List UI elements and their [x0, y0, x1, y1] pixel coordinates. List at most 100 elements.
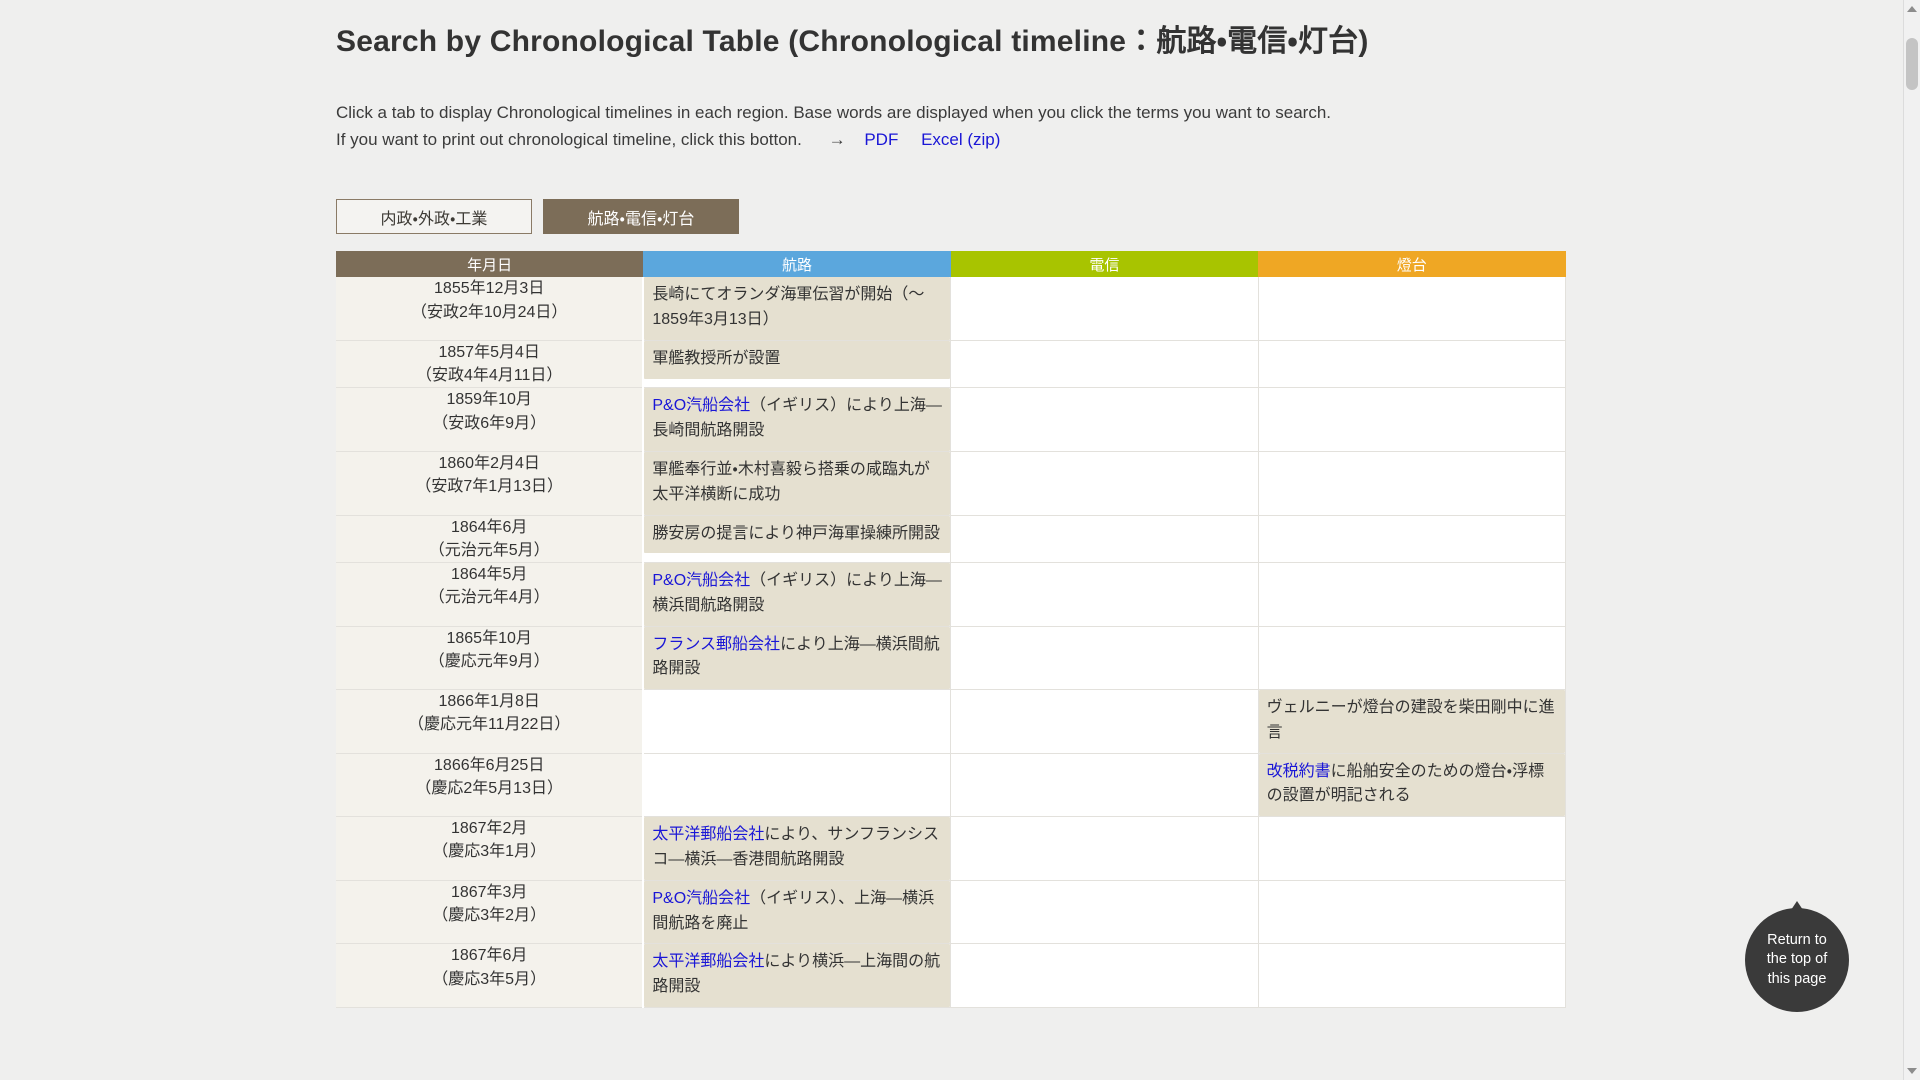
- event-text: 太平洋郵船会社により横浜—上海間の航路開設: [644, 944, 951, 1008]
- term-link[interactable]: P&O汽船会社: [652, 890, 750, 907]
- column-header-lighthouse: 燈台: [1258, 251, 1566, 278]
- cell-telegraph: [950, 515, 1259, 563]
- cell-date: 1867年2月 （慶応3年1月）: [336, 816, 645, 881]
- cell-lighthouse: [1258, 626, 1567, 691]
- cell-lighthouse: [1258, 816, 1567, 881]
- cell-date: 1864年6月 （元治元年5月）: [336, 515, 645, 563]
- cell-date: 1860年2月4日 （安政7年1月13日）: [336, 451, 645, 516]
- table-row: 1867年6月 （慶応3年5月） 太平洋郵船会社により横浜—上海間の航路開設: [336, 943, 1567, 1009]
- event-plain-text: 長崎にてオランダ海軍伝習が開始（～1859年3月13日）: [652, 286, 925, 329]
- column-header-route: 航路: [643, 251, 951, 278]
- event-text: 軍艦奉行並・木村喜毅ら搭乗の咸臨丸が太平洋横断に成功: [644, 451, 951, 515]
- cell-route: [643, 689, 952, 754]
- column-header-date: 年月日: [336, 251, 644, 278]
- term-link[interactable]: P&O汽船会社: [652, 397, 750, 414]
- cell-lighthouse: [1258, 562, 1567, 627]
- cell-date: 1867年3月 （慶応3年2月）: [336, 880, 645, 945]
- table-row: 1866年1月8日 （慶応元年11月22日） ヴェルニーが燈台の建設を柴田剛中に進言: [336, 689, 1567, 754]
- cell-route: P&O汽船会社（イギリス）により上海—長崎間航路開設: [643, 387, 952, 452]
- event-text: フランス郵船会社により上海—横浜間航路開設: [644, 626, 951, 690]
- cell-route: 太平洋郵船会社により横浜—上海間の航路開設: [643, 943, 952, 1009]
- cell-telegraph: [950, 562, 1259, 627]
- event-text: 軍艦教授所が設置: [644, 340, 951, 379]
- cell-telegraph: [950, 340, 1259, 389]
- column-header-telegraph: 電信: [950, 251, 1259, 278]
- cell-lighthouse: [1258, 451, 1567, 516]
- cell-date: 1865年10月 （慶応元年9月）: [336, 626, 645, 691]
- table-header-row: 年月日 航路 電信 燈台: [336, 251, 1566, 278]
- cell-date: 1867年6月 （慶応3年5月）: [336, 943, 645, 1009]
- table-row: 1864年6月 （元治元年5月） 勝安房の提言により神戸海軍操練所開設: [336, 515, 1567, 563]
- cell-lighthouse: [1258, 880, 1567, 945]
- intro-text-block: Click a tab to display Chronological tim…: [336, 99, 1566, 153]
- cell-lighthouse: [1258, 943, 1567, 1009]
- cell-lighthouse: ヴェルニーが燈台の建設を柴田剛中に進言: [1258, 689, 1567, 754]
- cell-route: P&O汽船会社（イギリス）により上海—横浜間航路開設: [643, 562, 952, 627]
- table-row: 1855年12月3日 （安政2年10月24日） 長崎にてオランダ海軍伝習が開始（～1…: [336, 277, 1567, 341]
- cell-lighthouse: [1258, 277, 1567, 341]
- cell-date: 1855年12月3日 （安政2年10月24日）: [336, 277, 645, 341]
- triangle-up-icon: [1791, 901, 1803, 910]
- page-root: Search by Chronological Table (Chronolog…: [0, 0, 1920, 1080]
- cell-route: 軍艦教授所が設置: [643, 340, 952, 389]
- event-text: ヴェルニーが燈台の建設を柴田剛中に進言: [1258, 690, 1565, 753]
- event-text: P&O汽船会社（イギリス）により上海—長崎間航路開設: [644, 388, 951, 451]
- event-text: 勝安房の提言により神戸海軍操練所開設: [644, 515, 951, 554]
- cell-route: [643, 753, 952, 818]
- tab-domestic-foreign-industry[interactable]: 内政・外政・工業: [336, 199, 532, 235]
- event-plain-text: 勝安房の提言により神戸海軍操練所開設: [652, 524, 941, 542]
- table-row: 1857年5月4日 （安政4年4月11日） 軍艦教授所が設置: [336, 340, 1567, 389]
- return-to-top-label: Return to the top of this page: [1766, 931, 1828, 987]
- term-link[interactable]: 改税約書: [1267, 763, 1331, 780]
- pdf-download-link[interactable]: PDF: [864, 130, 898, 149]
- page-scrollbar-thumb[interactable]: [1906, 38, 1918, 90]
- term-link[interactable]: フランス郵船会社: [652, 636, 780, 653]
- excel-download-link[interactable]: Excel (zip): [921, 130, 1000, 149]
- cell-date: 1864年5月 （元治元年4月）: [336, 562, 645, 627]
- cell-telegraph: [950, 880, 1259, 945]
- cell-route: 軍艦奉行並・木村喜毅ら搭乗の咸臨丸が太平洋横断に成功: [643, 451, 952, 516]
- cell-date: 1866年1月8日 （慶応元年11月22日）: [336, 689, 645, 754]
- table-row: 1859年10月 （安政6年9月） P&O汽船会社（イギリス）により上海—長崎間航路…: [336, 387, 1567, 452]
- event-plain-text: 軍艦奉行並・木村喜毅ら搭乗の咸臨丸が太平洋横断に成功: [652, 460, 930, 503]
- tab-route-telegraph-lighthouse[interactable]: 航路・電信・灯台: [543, 199, 739, 235]
- event-plain-text: ヴェルニーが燈台の建設を柴田剛中に進言: [1266, 699, 1555, 741]
- page-title: Search by Chronological Table (Chronolog…: [336, 25, 1369, 58]
- cell-lighthouse: [1258, 515, 1567, 563]
- page-content: Search by Chronological Table (Chronolog…: [336, 0, 1567, 1009]
- cell-telegraph: [950, 626, 1259, 691]
- table-row: 1865年10月 （慶応元年9月） フランス郵船会社により上海—横浜間航路開設: [336, 626, 1567, 691]
- event-text: P&O汽船会社（イギリス）により上海—横浜間航路開設: [644, 562, 951, 626]
- cell-route: 太平洋郵船会社により、サンフランシスコ—横浜—香港間航路開設: [643, 816, 952, 881]
- arrow-icon: →: [828, 130, 846, 150]
- cell-date: 1859年10月 （安政6年9月）: [336, 387, 645, 452]
- cell-date: 1857年5月4日 （安政4年4月11日）: [336, 340, 645, 389]
- cell-route: 長崎にてオランダ海軍伝習が開始（～1859年3月13日）: [643, 277, 952, 341]
- event-text: 太平洋郵船会社により、サンフランシスコ—横浜—香港間航路開設: [644, 817, 951, 880]
- cell-telegraph: [950, 816, 1259, 881]
- cell-telegraph: [950, 689, 1259, 754]
- event-text: 長崎にてオランダ海軍伝習が開始（～1859年3月13日）: [644, 277, 951, 340]
- table-header: 年月日 航路 電信 燈台: [336, 251, 1566, 278]
- intro-line-1: Click a tab to display Chronological tim…: [336, 103, 1331, 122]
- table-row: 1867年3月 （慶応3年2月） P&O汽船会社（イギリス）、上海—横浜間航路を廃止: [336, 880, 1567, 945]
- return-to-top-button[interactable]: Return to the top of this page: [1745, 901, 1849, 1012]
- cell-telegraph: [950, 387, 1259, 452]
- table-row: 1866年6月25日 （慶応2年5月13日） 改税約書に船舶安全のための燈台・浮標の…: [336, 753, 1567, 818]
- cell-lighthouse: [1258, 387, 1567, 452]
- term-link[interactable]: 太平洋郵船会社: [652, 826, 764, 843]
- term-link[interactable]: P&O汽船会社: [652, 572, 750, 589]
- cell-route: フランス郵船会社により上海—横浜間航路開設: [643, 626, 952, 691]
- cell-route: 勝安房の提言により神戸海軍操練所開設: [643, 515, 952, 563]
- cell-telegraph: [950, 753, 1259, 818]
- term-link[interactable]: 太平洋郵船会社: [652, 953, 764, 970]
- scroll-up-arrow-icon[interactable]: [1907, 6, 1917, 12]
- scroll-down-arrow-icon[interactable]: [1907, 1068, 1917, 1074]
- tab-bar: 内政・外政・工業 航路・電信・灯台: [336, 199, 1566, 235]
- cell-route: P&O汽船会社（イギリス）、上海—横浜間航路を廃止: [643, 880, 952, 945]
- cell-lighthouse: [1258, 340, 1567, 389]
- table-row: 1864年5月 （元治元年4月） P&O汽船会社（イギリス）により上海—横浜間航路開…: [336, 562, 1567, 627]
- table-body: 1855年12月3日 （安政2年10月24日） 長崎にてオランダ海軍伝習が開始（～1…: [336, 277, 1567, 1009]
- event-plain-text: 軍艦教授所が設置: [652, 349, 781, 367]
- page-scrollbar-track[interactable]: [1903, 0, 1920, 1080]
